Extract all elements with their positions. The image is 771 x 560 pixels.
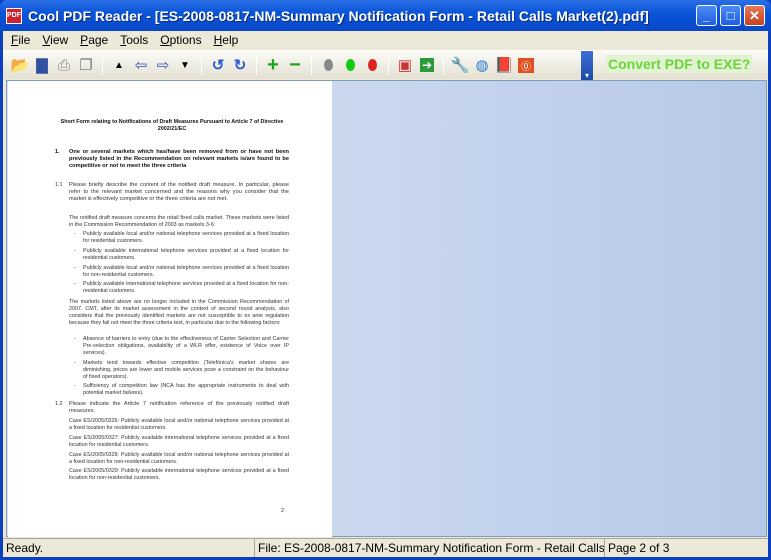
menu-file[interactable]: File [11,31,36,49]
convert-pdf-to-exe-link[interactable]: Convert PDF to EXE? [606,55,753,73]
maximize-button[interactable]: □ [720,5,741,26]
section-1-number: 1. [55,149,60,155]
rotate-right-icon[interactable]: ↻ [229,54,251,76]
help-book-icon[interactable]: 📕 [493,54,515,76]
list-item: - Publicly available international teleph… [74,281,289,295]
list-item: Case ES/2005/0328: Publicly available lo… [69,451,289,465]
section-1-2-number: 1.2 [55,401,63,407]
settings-wrench-icon[interactable]: 🔧 [449,54,471,76]
section-1-1-question: Please briefly describe the content of t… [69,182,289,202]
menu-view[interactable]: View [42,31,74,49]
status-ready: Ready. [3,539,255,557]
list-item: - Publicly available local and/or nationa… [74,264,289,278]
toolbar-overflow-chevron[interactable]: ▾ [581,51,593,80]
exit-icon[interactable]: ⓪ [515,54,537,76]
section-1-1-number: 1.1 [55,182,63,188]
doc-title: Short Form relating to Notifications of … [60,119,284,132]
toolbar: 📂 ▇ ⎙ ❐ ▲ ⇦ ⇨ ▼ ↺ ↻ + − ▣ ➔ 🔧 ◍ 📕 ⓪ ▾ Co… [3,50,768,80]
list-item: - Publicly available local and/or nationa… [74,231,289,244]
page-number: 2 [281,508,284,514]
status-page: Page 2 of 3 [608,541,670,555]
close-button[interactable]: ✕ [744,5,765,26]
menu-help[interactable]: Help [214,31,245,49]
window-title: Cool PDF Reader - [ES-2008-0817-NM-Summa… [28,7,649,24]
list-item: Case ES/2005/0326: Publicly available lo… [69,418,289,431]
app-frame: File View Page Tools Options Help 📂 ▇ ⎙ ❐ ▲ ⇦… [3,31,768,557]
gray-light-icon[interactable] [317,54,339,76]
copy-icon[interactable]: ❐ [75,54,97,76]
menu-options[interactable]: Options [160,31,207,49]
section-1-2-question: Please indicate the Article 7 notificati… [69,401,289,414]
list-item: Case ES/2005/0327: Publicly available in… [69,434,289,448]
status-file: File: ES-2008-0817-NM-Summary Notificati… [255,539,605,557]
save-icon[interactable]: ▇ [31,54,53,76]
list-item: - Sufficiency of competition law (NCA has… [74,383,289,397]
fit-page-icon[interactable]: ▣ [394,54,416,76]
document-viewer[interactable]: Short Form relating to Notifications of … [6,80,767,537]
status-bar: Ready. File: ES-2008-0817-NM-Summary Not… [3,538,768,557]
print-icon[interactable]: ⎙ [53,54,75,76]
rotate-left-icon[interactable]: ↺ [207,54,229,76]
last-page-icon[interactable]: ▼ [174,54,196,76]
list-item: - Markets tend towards effective competit… [74,359,289,380]
list-item: Case ES/2005/0329: Publicly available in… [69,468,289,482]
red-light-icon[interactable] [361,54,383,76]
list-item: - Absence of barriers to entry (due to th… [74,336,289,356]
pdf-page: Short Form relating to Notifications of … [8,81,332,537]
menu-tools[interactable]: Tools [120,31,154,49]
go-icon[interactable]: ➔ [416,54,438,76]
menu-bar: File View Page Tools Options Help [3,31,768,49]
previous-page-icon[interactable]: ⇦ [130,54,152,76]
paragraph: The markets listed above are no longer i… [69,299,289,326]
green-light-icon[interactable] [339,54,361,76]
next-page-icon[interactable]: ⇨ [152,54,174,76]
first-page-icon[interactable]: ▲ [108,54,130,76]
title-bar: PDF Cool PDF Reader - [ES-2008-0817-NM-S… [0,0,771,31]
paragraph: The notified draft measure concerns the … [69,215,289,228]
open-icon[interactable]: 📂 [9,54,31,76]
zoom-out-icon[interactable]: − [284,54,306,76]
minimize-button[interactable]: _ [696,5,717,26]
web-globe-icon[interactable]: ◍ [471,54,493,76]
section-1-heading: One or several markets which has/have be… [69,149,289,169]
zoom-in-icon[interactable]: + [262,54,284,76]
app-icon: PDF [6,7,22,24]
menu-page[interactable]: Page [80,31,114,49]
list-item: - Publicly available international teleph… [74,247,289,261]
